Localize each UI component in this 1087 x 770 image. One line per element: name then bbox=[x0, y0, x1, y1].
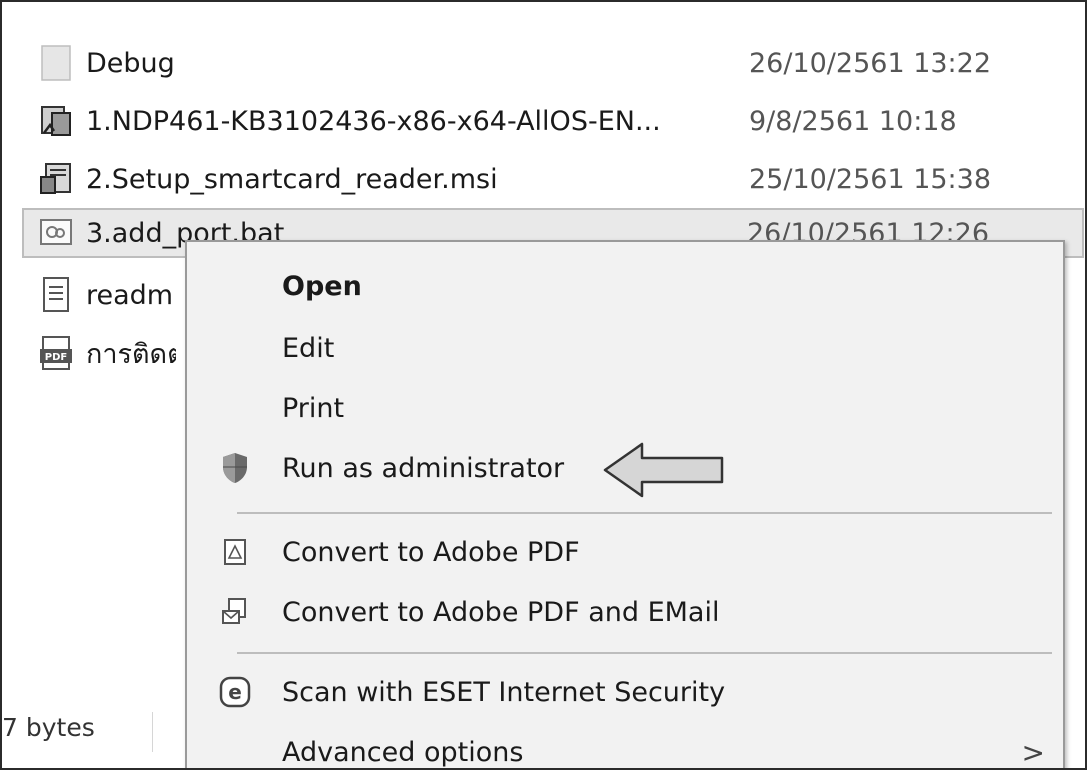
file-row-setup-smartcard[interactable]: 2.Setup_smartcard_reader.msi 25/10/2561 … bbox=[24, 154, 1064, 204]
menu-item-label: Run as administrator bbox=[282, 452, 565, 484]
file-date: 26/10/2561 13:22 bbox=[749, 47, 992, 79]
adobe-pdf-icon bbox=[217, 534, 253, 570]
shield-icon bbox=[217, 450, 253, 486]
batch-file-icon bbox=[36, 213, 76, 253]
chevron-right-icon: > bbox=[1021, 735, 1045, 769]
eset-icon: e bbox=[217, 674, 253, 710]
svg-text:e: e bbox=[228, 680, 242, 704]
menu-item-label: Print bbox=[282, 392, 345, 424]
file-date: 25/10/2561 15:38 bbox=[749, 163, 992, 195]
menu-item-convert-to-adobe-pdf-email[interactable]: Convert to Adobe PDF and EMail bbox=[187, 582, 1063, 642]
menu-item-convert-to-adobe-pdf[interactable]: Convert to Adobe PDF bbox=[187, 522, 1063, 582]
file-name: readm bbox=[86, 279, 174, 311]
menu-item-label: Convert to Adobe PDF and EMail bbox=[282, 596, 720, 628]
menu-item-label: Scan with ESET Internet Security bbox=[282, 676, 726, 708]
file-explorer-window: Debug 26/10/2561 13:22 1.NDP461-KB310243… bbox=[0, 0, 1087, 770]
installer-icon bbox=[36, 101, 76, 141]
menu-item-label: Edit bbox=[282, 332, 335, 364]
file-name: 1.NDP461-KB3102436-x86-x64-AllOS-EN... bbox=[86, 105, 661, 137]
menu-item-label: Open bbox=[282, 270, 362, 302]
menu-item-scan-eset[interactable]: e Scan with ESET Internet Security bbox=[187, 662, 1063, 722]
folder-icon bbox=[36, 43, 76, 83]
menu-item-label: Convert to Adobe PDF bbox=[282, 536, 580, 568]
text-file-icon bbox=[36, 275, 76, 315]
callout-arrow-icon bbox=[603, 442, 724, 498]
menu-item-print[interactable]: Print bbox=[187, 378, 1063, 438]
status-size: 7 bytes bbox=[2, 712, 95, 742]
menu-item-advanced-options[interactable]: Advanced options > bbox=[187, 722, 1063, 769]
menu-item-edit[interactable]: Edit bbox=[187, 318, 1063, 378]
context-menu: Open Edit Print Run as administrator Con… bbox=[185, 240, 1065, 769]
file-name: การติดต bbox=[86, 338, 176, 370]
menu-item-open[interactable]: Open bbox=[187, 256, 1063, 316]
file-row-ndp461[interactable]: 1.NDP461-KB3102436-x86-x64-AllOS-EN... 9… bbox=[24, 96, 1064, 146]
pdf-file-icon: PDF bbox=[36, 333, 76, 373]
menu-separator bbox=[237, 652, 1052, 654]
menu-separator bbox=[237, 512, 1052, 514]
file-name: 2.Setup_smartcard_reader.msi bbox=[86, 163, 498, 195]
file-row-debug[interactable]: Debug 26/10/2561 13:22 bbox=[24, 38, 1064, 88]
status-divider bbox=[152, 712, 153, 752]
file-date: 9/8/2561 10:18 bbox=[749, 105, 957, 137]
file-name: Debug bbox=[86, 47, 175, 79]
msi-installer-icon bbox=[36, 159, 76, 199]
menu-item-label: Advanced options bbox=[282, 736, 524, 768]
svg-text:PDF: PDF bbox=[45, 352, 67, 363]
adobe-pdf-email-icon bbox=[217, 594, 253, 630]
